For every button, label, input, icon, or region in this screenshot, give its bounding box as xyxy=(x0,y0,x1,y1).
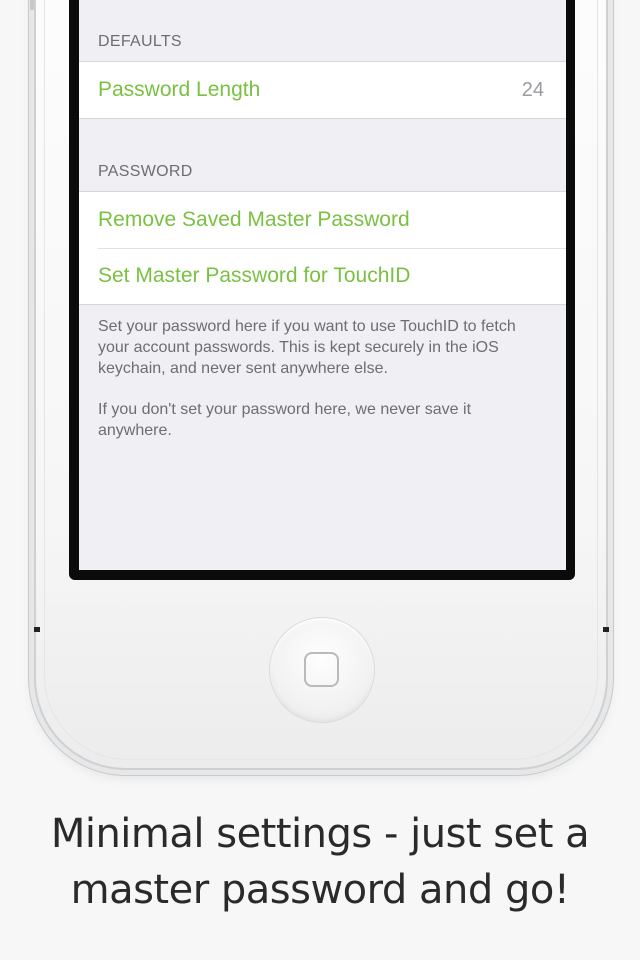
password-length-label: Password Length xyxy=(98,78,261,101)
caption-line-2: master password and go! xyxy=(70,867,570,913)
password-footer-paragraph-1: Set your password here if you want to us… xyxy=(98,318,516,377)
set-master-password-touchid-label: Set Master Password for TouchID xyxy=(98,264,411,287)
password-group: Remove Saved Master Password Set Master … xyxy=(79,191,566,305)
remove-saved-master-password-button[interactable]: Remove Saved Master Password xyxy=(79,192,566,248)
phone-right-antenna-band xyxy=(603,627,609,632)
phone-top-button xyxy=(30,0,34,10)
home-button[interactable] xyxy=(269,617,375,723)
remove-saved-master-password-label: Remove Saved Master Password xyxy=(98,208,410,231)
caption-line-1: Minimal settings - just set a xyxy=(50,811,590,857)
password-footer-paragraph-2: If you don't set your password here, we … xyxy=(98,401,472,439)
section-header-password: PASSWORD xyxy=(98,163,193,180)
section-header-defaults: DEFAULTS xyxy=(98,33,182,50)
password-length-value: 24 xyxy=(521,78,544,101)
phone-left-antenna-band xyxy=(34,627,40,632)
home-button-icon xyxy=(304,652,339,687)
defaults-group: Password Length 24 xyxy=(79,61,566,119)
set-master-password-touchid-button[interactable]: Set Master Password for TouchID xyxy=(79,248,566,304)
settings-screen: DEFAULTS Password Length 24 PASSWORD Rem… xyxy=(79,0,566,570)
password-length-cell[interactable]: Password Length 24 xyxy=(79,62,566,118)
marketing-caption: Minimal settings - just set a master pas… xyxy=(0,806,640,918)
